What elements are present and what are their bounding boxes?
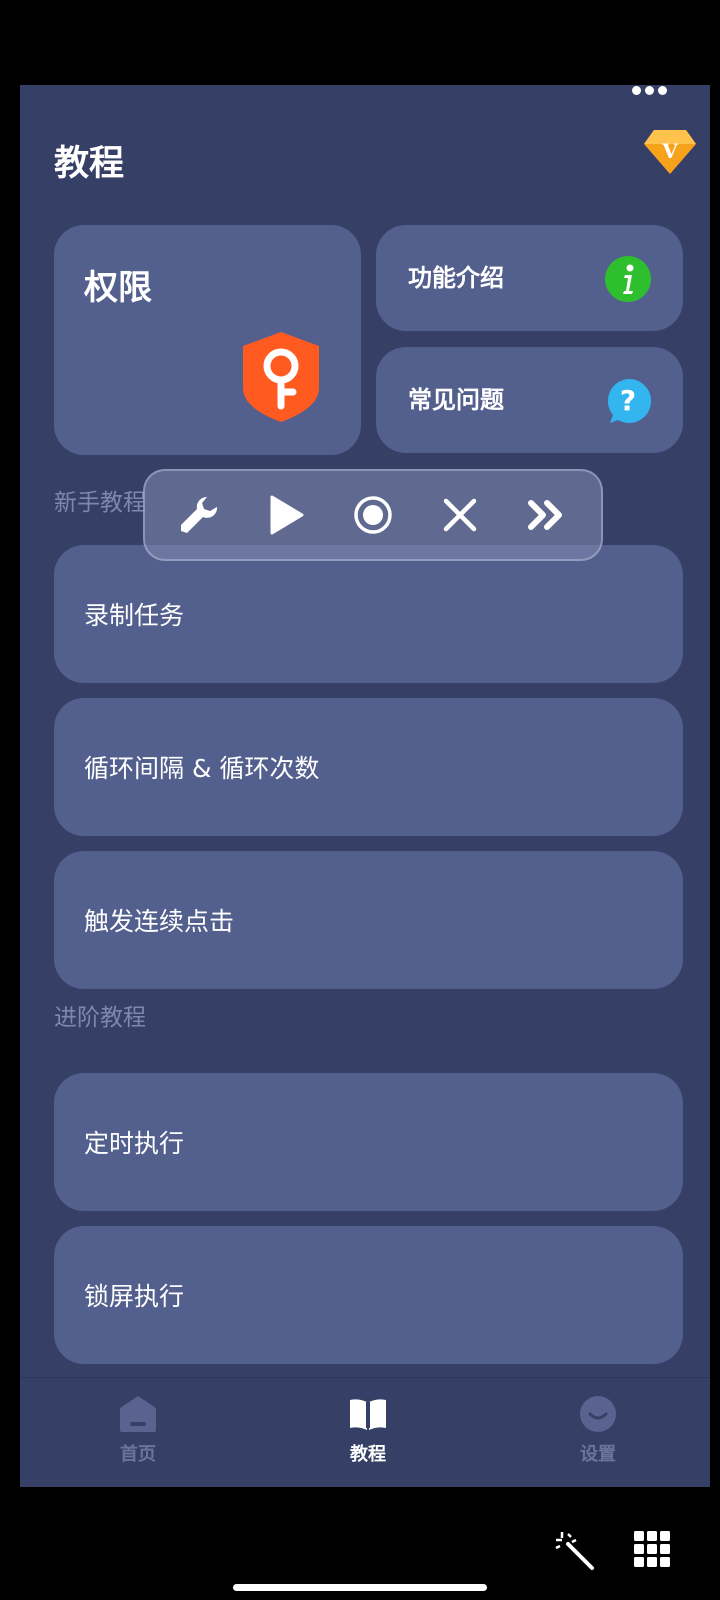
nav-tutorial-label: 教程	[350, 1444, 386, 1465]
book-icon	[346, 1392, 390, 1436]
nav-home[interactable]: 首页	[78, 1392, 198, 1466]
faq-label: 常见问题	[408, 386, 504, 414]
list-item-scheduled-run[interactable]: 定时执行	[54, 1073, 683, 1211]
svg-text:?: ?	[620, 384, 636, 417]
list-item-lockscreen-run[interactable]: 锁屏执行	[54, 1226, 683, 1364]
home-icon	[116, 1392, 160, 1436]
info-icon	[604, 255, 652, 303]
list-item-continuous-click[interactable]: 触发连续点击	[54, 851, 683, 989]
permission-label: 权限	[84, 268, 152, 308]
svg-text:V: V	[661, 139, 678, 163]
smile-icon	[576, 1392, 620, 1436]
close-icon[interactable]	[432, 487, 488, 543]
list-item-label: 录制任务	[84, 601, 185, 630]
features-label: 功能介绍	[408, 264, 504, 292]
list-item-loop-interval[interactable]: 循环间隔 & 循环次数	[54, 698, 683, 836]
list-item-label: 循环间隔 & 循环次数	[84, 754, 320, 783]
section-advanced: 进阶教程	[54, 1005, 146, 1031]
faq-card[interactable]: 常见问题 ?	[376, 347, 683, 453]
section-beginner: 新手教程	[54, 490, 146, 516]
key-shield-icon	[239, 330, 323, 424]
features-card[interactable]: 功能介绍	[376, 225, 683, 331]
list-item-label: 触发连续点击	[84, 907, 235, 936]
nav-tutorial[interactable]: 教程	[308, 1392, 428, 1466]
home-indicator[interactable]	[233, 1584, 487, 1591]
floating-toolbar	[143, 469, 603, 561]
wrench-icon[interactable]	[171, 487, 227, 543]
vip-diamond-icon[interactable]: V	[644, 128, 696, 174]
question-icon: ?	[604, 377, 652, 425]
bottom-nav: 首页 教程 设置	[20, 1377, 710, 1487]
list-item-record-task[interactable]: 录制任务	[54, 545, 683, 683]
page-title: 教程	[54, 144, 125, 184]
permission-card[interactable]: 权限	[54, 225, 361, 455]
nav-home-label: 首页	[120, 1444, 156, 1465]
grid-icon[interactable]	[633, 1530, 671, 1572]
magic-wand-icon[interactable]	[554, 1530, 596, 1576]
more-options-icon[interactable]	[632, 84, 672, 96]
record-icon[interactable]	[345, 487, 401, 543]
list-item-label: 锁屏执行	[84, 1282, 185, 1311]
nav-settings[interactable]: 设置	[538, 1392, 658, 1466]
play-icon[interactable]	[258, 487, 314, 543]
nav-settings-label: 设置	[580, 1444, 616, 1465]
app-window: 教程 V 权限 功能介绍 常见问题 ? 新手教程 录制任务 循环间隔 & 循环次…	[20, 85, 710, 1487]
fast-forward-icon[interactable]	[519, 487, 575, 543]
list-item-label: 定时执行	[84, 1129, 185, 1158]
